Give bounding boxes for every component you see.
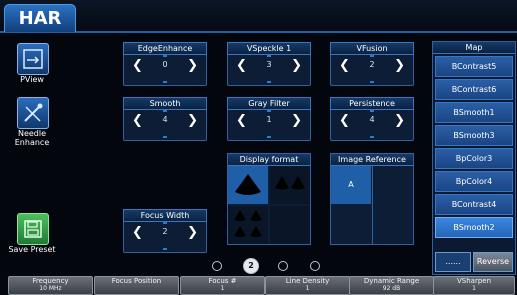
main-area: PView Needle Enhance Save Preset EdgeEnh… xyxy=(0,33,517,275)
save-preset-label: Save Preset xyxy=(8,245,56,254)
gray-filter-indicator-bottom xyxy=(267,136,271,138)
persistence-control: Persistence ❮ 4 ❯ xyxy=(330,97,414,141)
edge-enhance-indicator-bottom xyxy=(163,81,167,83)
map-item[interactable]: BContrast6 xyxy=(435,79,513,100)
smooth-indicator-bottom xyxy=(163,136,167,138)
smooth-title: Smooth xyxy=(123,97,207,110)
map-item[interactable]: BpColor3 xyxy=(435,148,513,169)
focus-count-value: 1 xyxy=(220,285,225,292)
frequency-value: 10 MHz xyxy=(39,285,62,292)
focus-width-control: Focus Width ❮ 2 ❯ xyxy=(123,209,207,253)
edge-enhance-increase-button[interactable]: ❯ xyxy=(187,57,198,75)
vsharpen-knob[interactable]: VSharpen 1 xyxy=(433,276,515,295)
quad-sector-icon xyxy=(234,210,262,237)
line-density-label: Line Density xyxy=(285,277,330,285)
gray-filter-indicator-top xyxy=(267,110,271,112)
map-reverse-button[interactable]: Reverse xyxy=(473,252,513,272)
smooth-control: Smooth ❮ 4 ❯ xyxy=(123,97,207,141)
page-dot[interactable] xyxy=(278,261,288,271)
persistence-increase-button[interactable]: ❯ xyxy=(394,112,405,130)
persistence-indicator-top xyxy=(370,110,374,112)
dynamic-range-knob[interactable]: Dynamic Range 92 dB xyxy=(349,276,434,295)
page-dot-current[interactable]: 2 xyxy=(243,258,259,274)
map-panel: Map BContrast5 BContrast6 BSmooth1 BSmoo… xyxy=(432,41,516,275)
needle-enhance-button[interactable] xyxy=(17,97,49,129)
vspeckle-indicator-top xyxy=(267,55,271,57)
pview-label: PView xyxy=(20,75,44,84)
save-icon xyxy=(24,220,42,238)
gray-filter-increase-button[interactable]: ❯ xyxy=(291,112,302,130)
map-more-button[interactable]: ...... xyxy=(435,252,471,272)
vfusion-indicator-bottom xyxy=(370,81,374,83)
vfusion-control: VFusion ❮ 2 ❯ xyxy=(330,42,414,86)
tab-har[interactable]: HAR xyxy=(4,4,76,32)
image-reference-divider xyxy=(372,166,373,244)
focus-width-indicator-top xyxy=(163,222,167,224)
map-title: Map xyxy=(433,42,515,54)
display-format-empty-cell xyxy=(270,206,310,244)
single-sector-icon xyxy=(235,174,261,195)
edge-enhance-title: EdgeEnhance xyxy=(123,42,207,55)
map-item[interactable]: BSmooth1 xyxy=(435,102,513,123)
vfusion-title: VFusion xyxy=(330,42,414,55)
dynamic-range-label: Dynamic Range xyxy=(363,277,420,285)
line-density-value: 1 xyxy=(305,285,310,292)
page-dot[interactable] xyxy=(212,261,222,271)
vsharpen-label: VSharpen xyxy=(456,277,492,285)
image-reference-title: Image Reference xyxy=(331,154,413,166)
needle-enhance-label: Needle Enhance xyxy=(0,129,64,147)
smooth-indicator-top xyxy=(163,110,167,112)
display-format-dual-option[interactable] xyxy=(270,166,310,204)
focus-count-knob[interactable]: Focus # 1 xyxy=(180,276,265,295)
needle-enhance-label-line2: Enhance xyxy=(14,138,50,147)
map-item[interactable]: BpColor4 xyxy=(435,171,513,192)
image-reference-a-option[interactable]: A xyxy=(331,166,371,204)
display-format-single-option[interactable] xyxy=(228,166,268,204)
display-format-panel: Display format xyxy=(227,153,311,245)
dynamic-range-value: 92 dB xyxy=(382,285,401,292)
vspeckle-title: VSpeckle 1 xyxy=(227,42,311,55)
vspeckle-control: VSpeckle 1 ❮ 3 ❯ xyxy=(227,42,311,86)
focus-width-indicator-bottom xyxy=(163,248,167,250)
persistence-indicator-bottom xyxy=(370,136,374,138)
pview-icon xyxy=(23,49,43,69)
focus-position-knob[interactable]: Focus Position xyxy=(94,276,179,295)
line-density-knob[interactable]: Line Density 1 xyxy=(265,276,350,295)
page-dot[interactable] xyxy=(310,261,320,271)
display-format-title: Display format xyxy=(228,154,310,166)
persistence-title: Persistence xyxy=(330,97,414,110)
vspeckle-indicator-bottom xyxy=(267,81,271,83)
edge-enhance-control: EdgeEnhance ❮ 0 ❯ xyxy=(123,42,207,86)
frequency-label: Frequency xyxy=(32,277,69,285)
focus-width-increase-button[interactable]: ❯ xyxy=(187,224,198,242)
vfusion-indicator-top xyxy=(370,55,374,57)
bottom-parameter-bar: Frequency 10 MHz Focus Position Focus # … xyxy=(0,275,517,295)
map-item[interactable]: BContrast4 xyxy=(435,194,513,215)
edge-enhance-indicator-top xyxy=(163,55,167,57)
vsharpen-value: 1 xyxy=(472,285,476,292)
smooth-increase-button[interactable]: ❯ xyxy=(187,112,198,130)
focus-width-title: Focus Width xyxy=(123,209,207,222)
pview-button[interactable] xyxy=(17,43,49,75)
vfusion-increase-button[interactable]: ❯ xyxy=(394,57,405,75)
vspeckle-increase-button[interactable]: ❯ xyxy=(291,57,302,75)
map-buttons: ...... Reverse xyxy=(435,252,513,272)
gray-filter-control: Gray Filter ❮ 1 ❯ xyxy=(227,97,311,141)
focus-position-label: Focus Position xyxy=(111,277,162,285)
top-bar: HAR xyxy=(0,0,517,33)
map-item-selected[interactable]: BSmooth2 xyxy=(435,217,513,238)
focus-count-label: Focus # xyxy=(208,277,237,285)
gray-filter-title: Gray Filter xyxy=(227,97,311,110)
needle-enhance-icon xyxy=(24,103,43,122)
map-item[interactable]: BContrast5 xyxy=(435,56,513,77)
frequency-knob[interactable]: Frequency 10 MHz xyxy=(8,276,93,295)
save-preset-button[interactable] xyxy=(17,213,49,245)
display-format-quad-option[interactable] xyxy=(228,206,268,244)
needle-enhance-label-line1: Needle xyxy=(17,129,47,138)
map-item[interactable]: BSmooth3 xyxy=(435,125,513,146)
dual-sector-icon xyxy=(275,176,305,190)
image-reference-panel: Image Reference A xyxy=(330,153,414,245)
